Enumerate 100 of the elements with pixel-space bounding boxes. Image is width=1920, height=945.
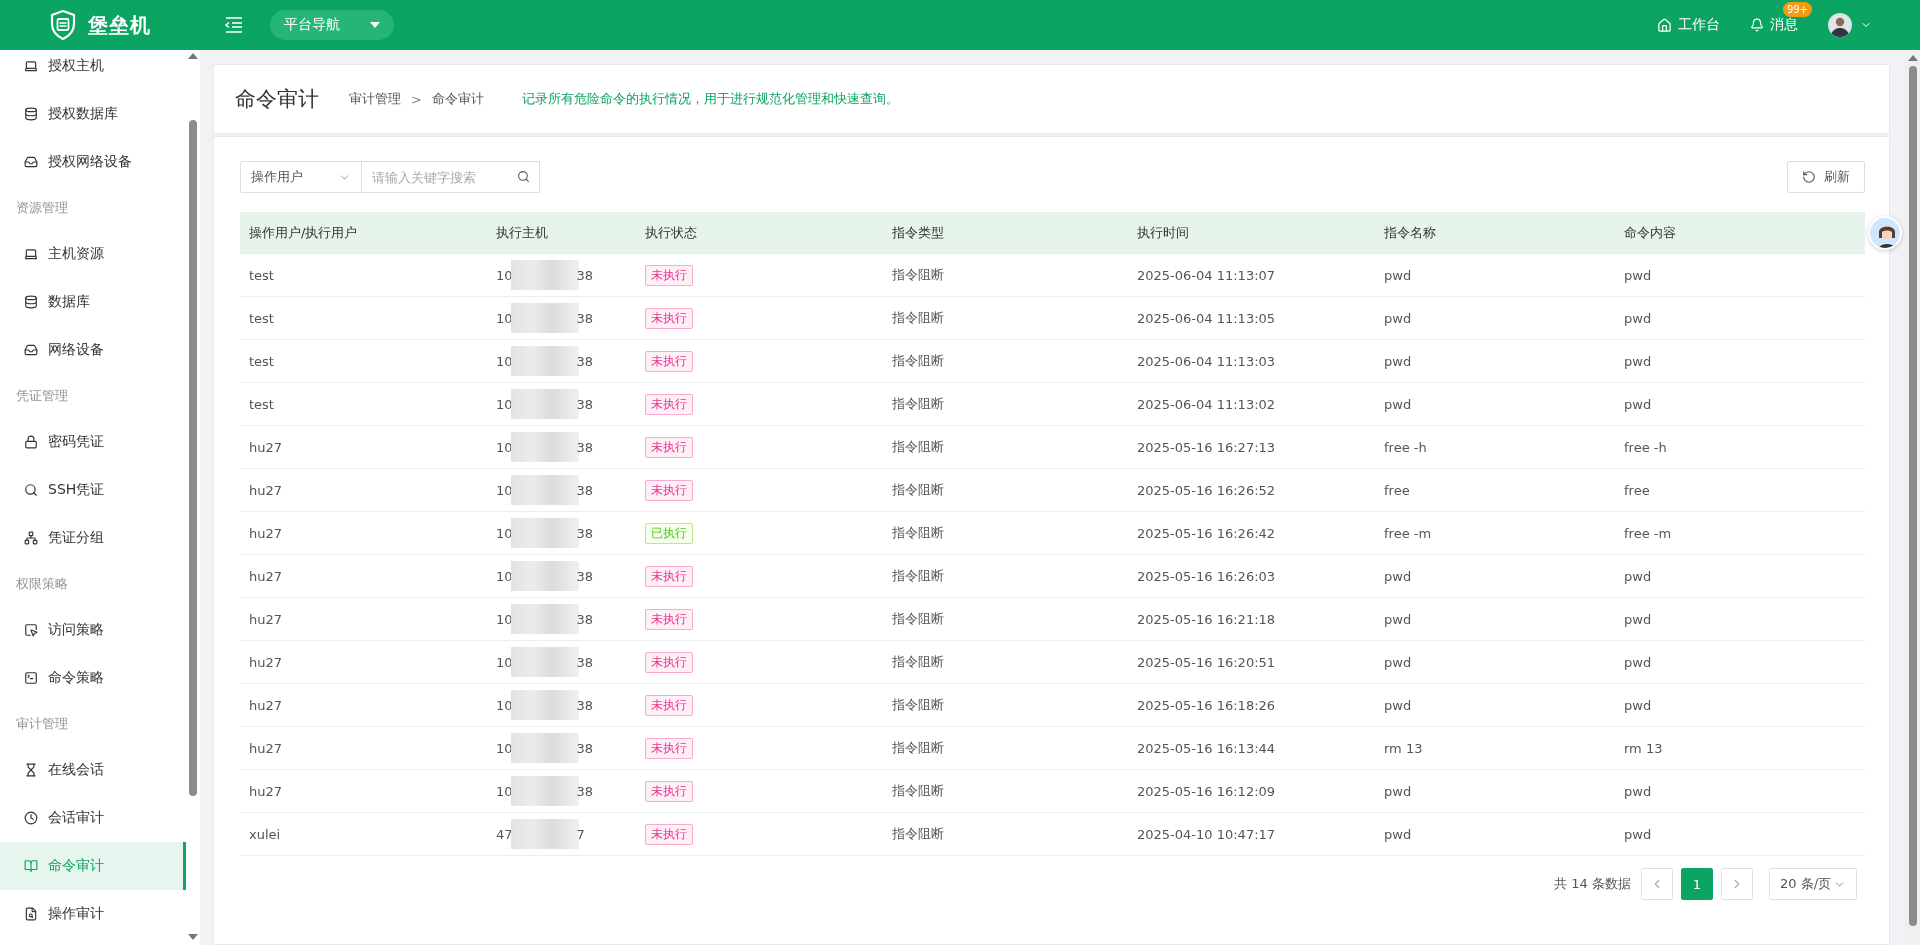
filter-select[interactable]: 操作用户 [240, 161, 362, 193]
lock-icon [24, 435, 38, 449]
status-tag: 未执行 [645, 694, 693, 716]
sidebar-item[interactable]: 授权网络设备 [0, 138, 186, 186]
host-suffix: 38 [576, 439, 594, 455]
host-suffix: 38 [576, 611, 594, 627]
table-cell-text: 2025-05-16 16:20:51 [1136, 654, 1277, 670]
table-cell-text: 指令阻断 [891, 653, 945, 671]
sidebar-item[interactable]: 操作审计 [0, 890, 186, 938]
inbox-icon [24, 343, 38, 357]
host-suffix: 38 [576, 396, 594, 412]
sidebar-group-label: 权限策略 [15, 575, 69, 593]
scrollbar-thumb[interactable] [1908, 66, 1917, 926]
table-cell-text: free -h [1383, 439, 1428, 455]
sidebar-item[interactable]: 命令策略 [0, 654, 186, 702]
table-cell-text: pwd [1623, 783, 1653, 799]
table-cell-text: pwd [1623, 353, 1653, 369]
pointer-square-icon [24, 623, 38, 637]
clock-icon [24, 811, 38, 825]
table-cell-text: 2025-06-04 11:13:03 [1136, 353, 1277, 369]
status-tag: 未执行 [645, 608, 693, 630]
redaction-block [510, 303, 579, 333]
table-cell-text: pwd [1623, 568, 1653, 584]
redaction-block [510, 733, 579, 763]
table-cell-text: hu27 [248, 525, 284, 541]
sidebar-item[interactable]: 网络设备 [0, 326, 186, 374]
table-cell-text: test [248, 396, 275, 412]
user-menu[interactable] [1828, 13, 1872, 37]
host-suffix: 38 [576, 740, 594, 756]
menu-collapse-icon[interactable] [224, 16, 244, 34]
table-cell-text: 2025-05-16 16:26:52 [1136, 482, 1277, 498]
table-cell-text: 指令阻断 [891, 567, 945, 585]
table-cell-text: pwd [1623, 396, 1653, 412]
breadcrumb-item[interactable]: 审计管理 [349, 90, 401, 108]
status-tag: 未执行 [645, 307, 693, 329]
sidebar-item[interactable]: 会话审计 [0, 794, 186, 842]
table-cell-text: hu27 [248, 740, 284, 756]
table-cell-text: hu27 [248, 439, 284, 455]
table-cell-text: pwd [1383, 568, 1413, 584]
sidebar-item[interactable]: 访问策略 [0, 606, 186, 654]
bell-icon [1750, 18, 1764, 32]
column-header: 指令类型 [891, 223, 945, 242]
redaction-block [510, 475, 579, 505]
table-cell-text: 2025-05-16 16:13:44 [1136, 740, 1277, 756]
table-cell-text: hu27 [248, 482, 284, 498]
table-cell-text: hu27 [248, 654, 284, 670]
search-field[interactable]: 请输入关键字搜索 [362, 161, 540, 193]
database-icon [24, 295, 38, 309]
status-tag: 未执行 [645, 780, 693, 802]
table-cell-text: pwd [1383, 654, 1413, 670]
table-cell-text: 2025-05-16 16:21:18 [1136, 611, 1277, 627]
hourglass-icon [24, 763, 38, 777]
table-cell-text: pwd [1383, 396, 1413, 412]
redaction-block [510, 819, 579, 849]
table-cell-text: 2025-06-04 11:13:07 [1136, 267, 1277, 283]
redaction-block [510, 389, 579, 419]
table-cell-text: pwd [1623, 826, 1653, 842]
sidebar-item[interactable]: 主机资源 [0, 230, 186, 278]
status-tag: 未执行 [645, 565, 693, 587]
sidebar-item[interactable]: 在线会话 [0, 746, 186, 794]
table-cell-text: 指令阻断 [891, 739, 945, 757]
table-cell-text: free [1623, 482, 1651, 498]
refresh-button[interactable]: 刷新 [1787, 161, 1865, 193]
table-cell-text: pwd [1623, 697, 1653, 713]
table-cell-text: test [248, 310, 275, 326]
sidebar-item[interactable]: 授权主机 [0, 50, 186, 90]
sidebar-item[interactable]: 授权数据库 [0, 90, 186, 138]
table-cell-text: pwd [1383, 611, 1413, 627]
scrollbar-thumb[interactable] [189, 120, 197, 796]
host-suffix: 38 [576, 783, 594, 799]
laptop-icon [24, 59, 38, 73]
table-cell-text: 指令阻断 [891, 610, 945, 628]
sidebar-item[interactable]: 数据库 [0, 278, 186, 326]
scroll-up-arrow-icon[interactable] [188, 52, 198, 60]
scroll-up-arrow-icon[interactable] [1907, 54, 1918, 62]
table-cell-text: 指令阻断 [891, 266, 945, 284]
total-count: 共 14 条数据 [1554, 875, 1631, 893]
column-header: 执行状态 [644, 223, 698, 242]
caret-icon [370, 22, 380, 28]
search-icon[interactable] [517, 170, 530, 183]
message-count-badge: 99+ [1782, 2, 1812, 17]
status-tag: 未执行 [645, 479, 693, 501]
redaction-block [510, 518, 579, 548]
page-title: 命令审计 [235, 86, 319, 113]
status-tag: 未执行 [645, 393, 693, 415]
breadcrumb-separator: > [411, 91, 422, 107]
assistant-avatar[interactable] [1868, 216, 1902, 250]
sidebar-item[interactable]: SSH凭证 [0, 466, 186, 514]
redaction-block [510, 647, 579, 677]
sidebar-item[interactable]: 密码凭证 [0, 418, 186, 466]
status-tag: 未执行 [645, 651, 693, 673]
scroll-down-arrow-icon[interactable] [188, 933, 198, 941]
status-tag: 未执行 [645, 264, 693, 286]
table-cell-text: 2025-05-16 16:18:26 [1136, 697, 1277, 713]
table-cell-text: 2025-05-16 16:12:09 [1136, 783, 1277, 799]
host-suffix: 38 [576, 353, 594, 369]
shield-logo-icon [49, 10, 76, 40]
page-size-select[interactable]: 20 条/页 [1769, 868, 1857, 900]
redaction-block [510, 776, 579, 806]
sidebar-item[interactable]: 凭证分组 [0, 514, 186, 562]
